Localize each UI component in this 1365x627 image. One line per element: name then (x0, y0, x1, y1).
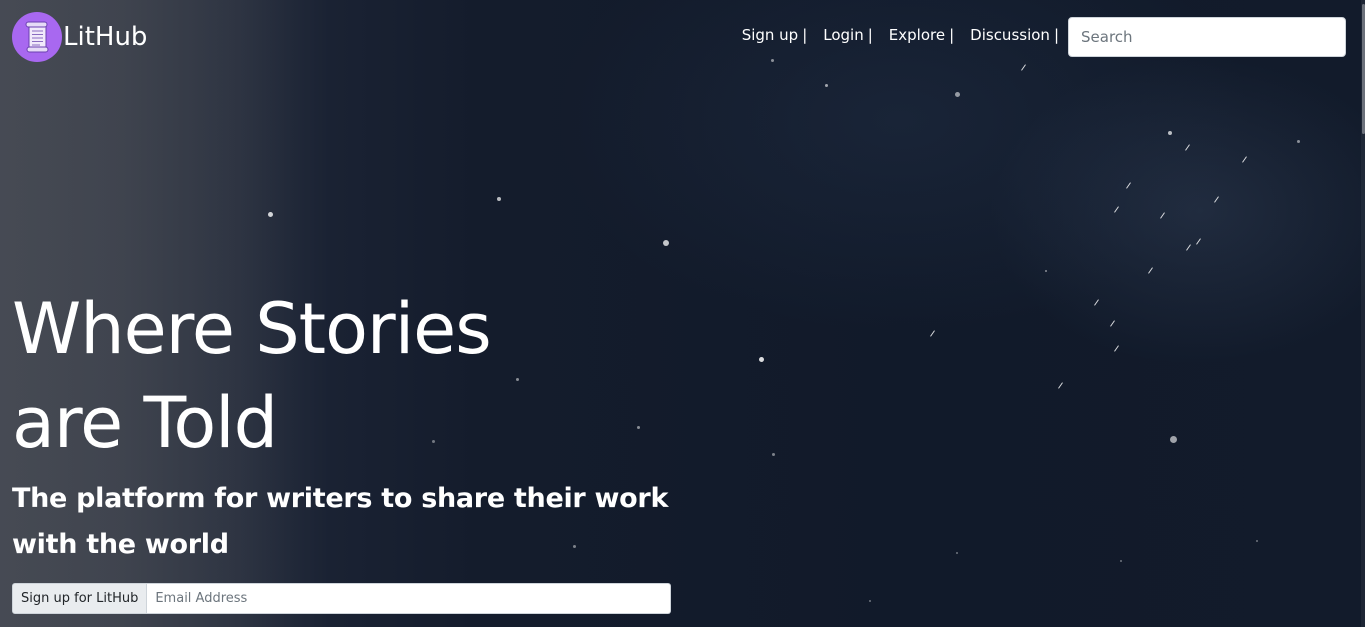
signup-button[interactable]: Sign up for LitHub (12, 583, 148, 614)
hero-subheadline-line-2: with the world (12, 529, 229, 560)
signup-form: Sign up for LitHub (12, 583, 671, 614)
star (955, 92, 960, 97)
star (1045, 270, 1047, 272)
star-streak (1094, 299, 1099, 306)
nav-separator: | (802, 26, 808, 44)
brand-name: LitHub (63, 22, 148, 52)
star-streak (1196, 238, 1201, 245)
star (268, 212, 273, 217)
star (1297, 140, 1300, 143)
star-streak (1058, 382, 1063, 389)
star-streak (1214, 196, 1219, 203)
star-streak (1148, 267, 1153, 274)
hero-headline: Where Stories are Told (12, 282, 612, 470)
hero-headline-line-1: Where Stories (12, 288, 492, 370)
star-streak (1186, 244, 1191, 251)
star (637, 426, 640, 429)
nav-label: Sign up (741, 26, 799, 44)
nav-separator: | (867, 26, 873, 44)
nav-link-explore[interactable]: Explore | (889, 26, 954, 44)
search-input[interactable] (1068, 17, 1346, 57)
top-nav: Sign up | Login | Explore | Discussion | (742, 26, 1059, 44)
star (825, 84, 828, 87)
star (497, 197, 501, 201)
star (759, 357, 764, 362)
star (772, 453, 775, 456)
star (1256, 540, 1258, 542)
star (663, 240, 669, 246)
star (956, 552, 958, 554)
hero-headline-line-2: are Told (12, 382, 278, 464)
nav-label: Login (823, 26, 864, 44)
star-streak (930, 330, 935, 337)
nav-separator: | (1053, 26, 1059, 44)
star-streak (1185, 144, 1190, 151)
star-streak (1126, 182, 1131, 189)
brand-link[interactable]: LitHub (12, 12, 147, 62)
star (1170, 436, 1177, 443)
nav-separator: | (949, 26, 955, 44)
star-streak (1242, 156, 1247, 163)
star (771, 59, 774, 62)
star-streak (1021, 64, 1026, 71)
hero-subheadline: The platform for writers to share their … (12, 476, 672, 568)
nav-label: Discussion (970, 26, 1050, 44)
nav-link-login[interactable]: Login | (823, 26, 873, 44)
hero-subheadline-line-1: The platform for writers to share their … (12, 483, 669, 514)
nav-link-discussion[interactable]: Discussion | (970, 26, 1059, 44)
nav-label: Explore (888, 26, 946, 44)
star-streak (1114, 206, 1119, 213)
star-streak (1110, 320, 1115, 327)
star-streak (1114, 345, 1119, 352)
scrollbar[interactable] (1361, 0, 1365, 627)
star (1120, 560, 1122, 562)
nav-link-sign-up[interactable]: Sign up | (742, 26, 808, 44)
email-field[interactable] (147, 583, 671, 614)
star-streak (1160, 212, 1165, 219)
star (869, 600, 871, 602)
scroll-icon (12, 12, 62, 62)
star (1168, 131, 1172, 135)
